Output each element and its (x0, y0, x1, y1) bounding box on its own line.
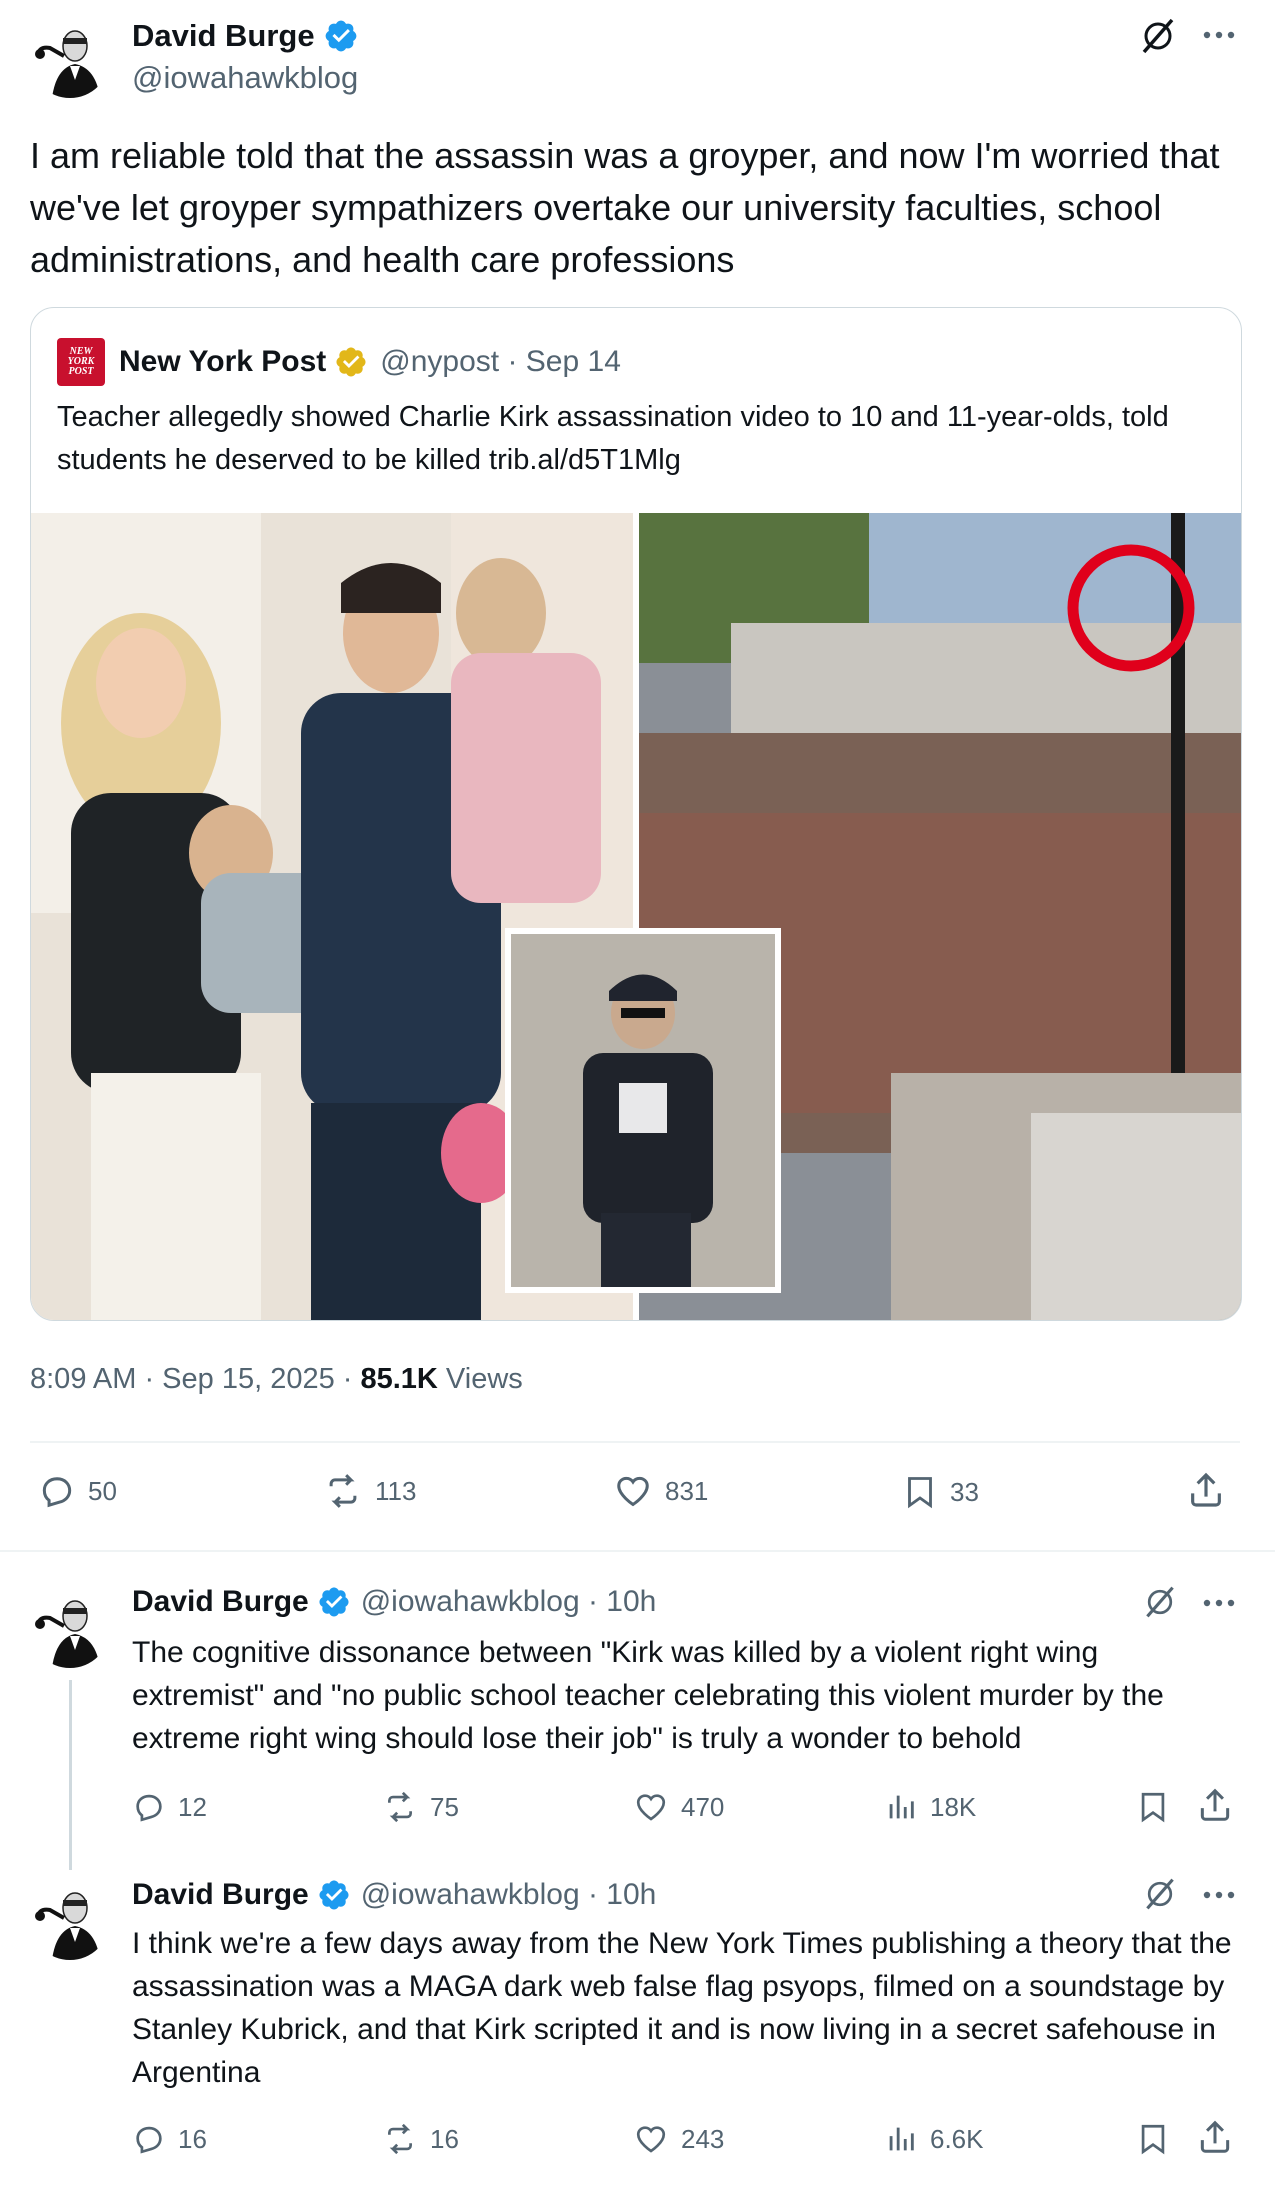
divider (30, 1441, 1240, 1443)
reply-icon (136, 2126, 162, 2154)
reply-avatar[interactable] (30, 1588, 110, 1668)
views-icon (889, 1795, 914, 1819)
reply-icon (136, 1794, 162, 1822)
author-handle[interactable]: @iowahawkblog (132, 60, 358, 96)
repost-icon (329, 1474, 357, 1508)
share-icon (1191, 1472, 1221, 1507)
reply-author-name[interactable]: David Burge (132, 1585, 309, 1619)
repost-button[interactable]: 16 (382, 2122, 459, 2156)
grok-icon[interactable] (1142, 1876, 1178, 1912)
reply-icon (42, 1477, 72, 1508)
tweet-text: I am reliable told that the assassin was… (30, 135, 1220, 280)
quote-media[interactable] (31, 513, 1241, 1320)
quote-author-name: New York Post (119, 345, 327, 378)
grok-icon[interactable] (1142, 1584, 1178, 1620)
repost-button[interactable]: 75 (382, 1790, 459, 1824)
views-label: Views (437, 1363, 523, 1395)
views-button[interactable]: 6.6K (884, 2122, 984, 2156)
reply-button[interactable]: 50 (38, 1472, 117, 1510)
tweet-meta: 8:09 AM · Sep 15, 2025 · 85.1K Views (30, 1363, 523, 1396)
views-count: 85.1K (360, 1363, 438, 1395)
bookmark-icon[interactable] (1136, 1788, 1170, 1826)
verified-icon (317, 1585, 351, 1619)
bookmark-icon (908, 1477, 932, 1509)
quote-handle-date: @nypost · Sep 14 (380, 345, 621, 378)
verified-icon (317, 1878, 351, 1912)
bookmark-button[interactable]: 33 (902, 1472, 979, 1512)
like-button[interactable]: 470 (633, 1790, 724, 1824)
reply-button[interactable]: 16 (132, 2122, 207, 2156)
bookmark-icon[interactable] (1136, 2120, 1170, 2158)
nypost-logo: NEW YORK POST (57, 338, 105, 386)
share-icon[interactable] (1196, 2118, 1234, 2156)
share-icon[interactable] (1196, 1786, 1234, 1824)
suspect-inset-photo (505, 928, 781, 1293)
like-button[interactable]: 831 (613, 1472, 708, 1510)
like-button[interactable]: 243 (633, 2122, 724, 2156)
views-icon (889, 2127, 914, 2151)
quote-text: Teacher allegedly showed Charlie Kirk as… (57, 401, 1169, 476)
thread-line (69, 1680, 72, 1870)
reply-text: The cognitive dissonance between "Kirk w… (132, 1636, 1164, 1755)
views-button[interactable]: 18K (884, 1790, 976, 1824)
grok-icon[interactable] (1138, 16, 1178, 56)
like-icon (636, 2126, 666, 2153)
repost-button[interactable]: 113 (323, 1472, 416, 1510)
share-button[interactable] (1186, 1470, 1238, 1510)
reply-handle-time[interactable]: @iowahawkblog · 10h (361, 1878, 657, 1912)
quoted-tweet[interactable]: NEW YORK POST New York Post @nypost · Se… (30, 307, 1242, 1321)
divider (0, 1550, 1275, 1552)
reply-text: I think we're a few days away from the N… (132, 1927, 1232, 2089)
reply-handle-time[interactable]: @iowahawkblog · 10h (361, 1585, 657, 1619)
reply-author-name[interactable]: David Burge (132, 1878, 309, 1912)
like-icon (617, 1476, 649, 1507)
repost-icon (388, 1791, 412, 1823)
more-icon[interactable] (1200, 1588, 1238, 1618)
avatar-portrait (30, 18, 110, 98)
verified-gold-icon (334, 345, 368, 379)
like-icon (636, 1794, 666, 1821)
more-icon[interactable] (1200, 20, 1238, 50)
repost-icon (388, 2123, 412, 2155)
timestamp[interactable]: 8:09 AM · Sep 15, 2025 · (30, 1363, 360, 1395)
reply-button[interactable]: 12 (132, 1790, 207, 1824)
reply-avatar[interactable] (30, 1880, 110, 1960)
verified-icon (323, 18, 359, 54)
author-avatar[interactable] (30, 18, 110, 98)
author-name[interactable]: David Burge (132, 18, 315, 54)
more-icon[interactable] (1200, 1880, 1238, 1910)
